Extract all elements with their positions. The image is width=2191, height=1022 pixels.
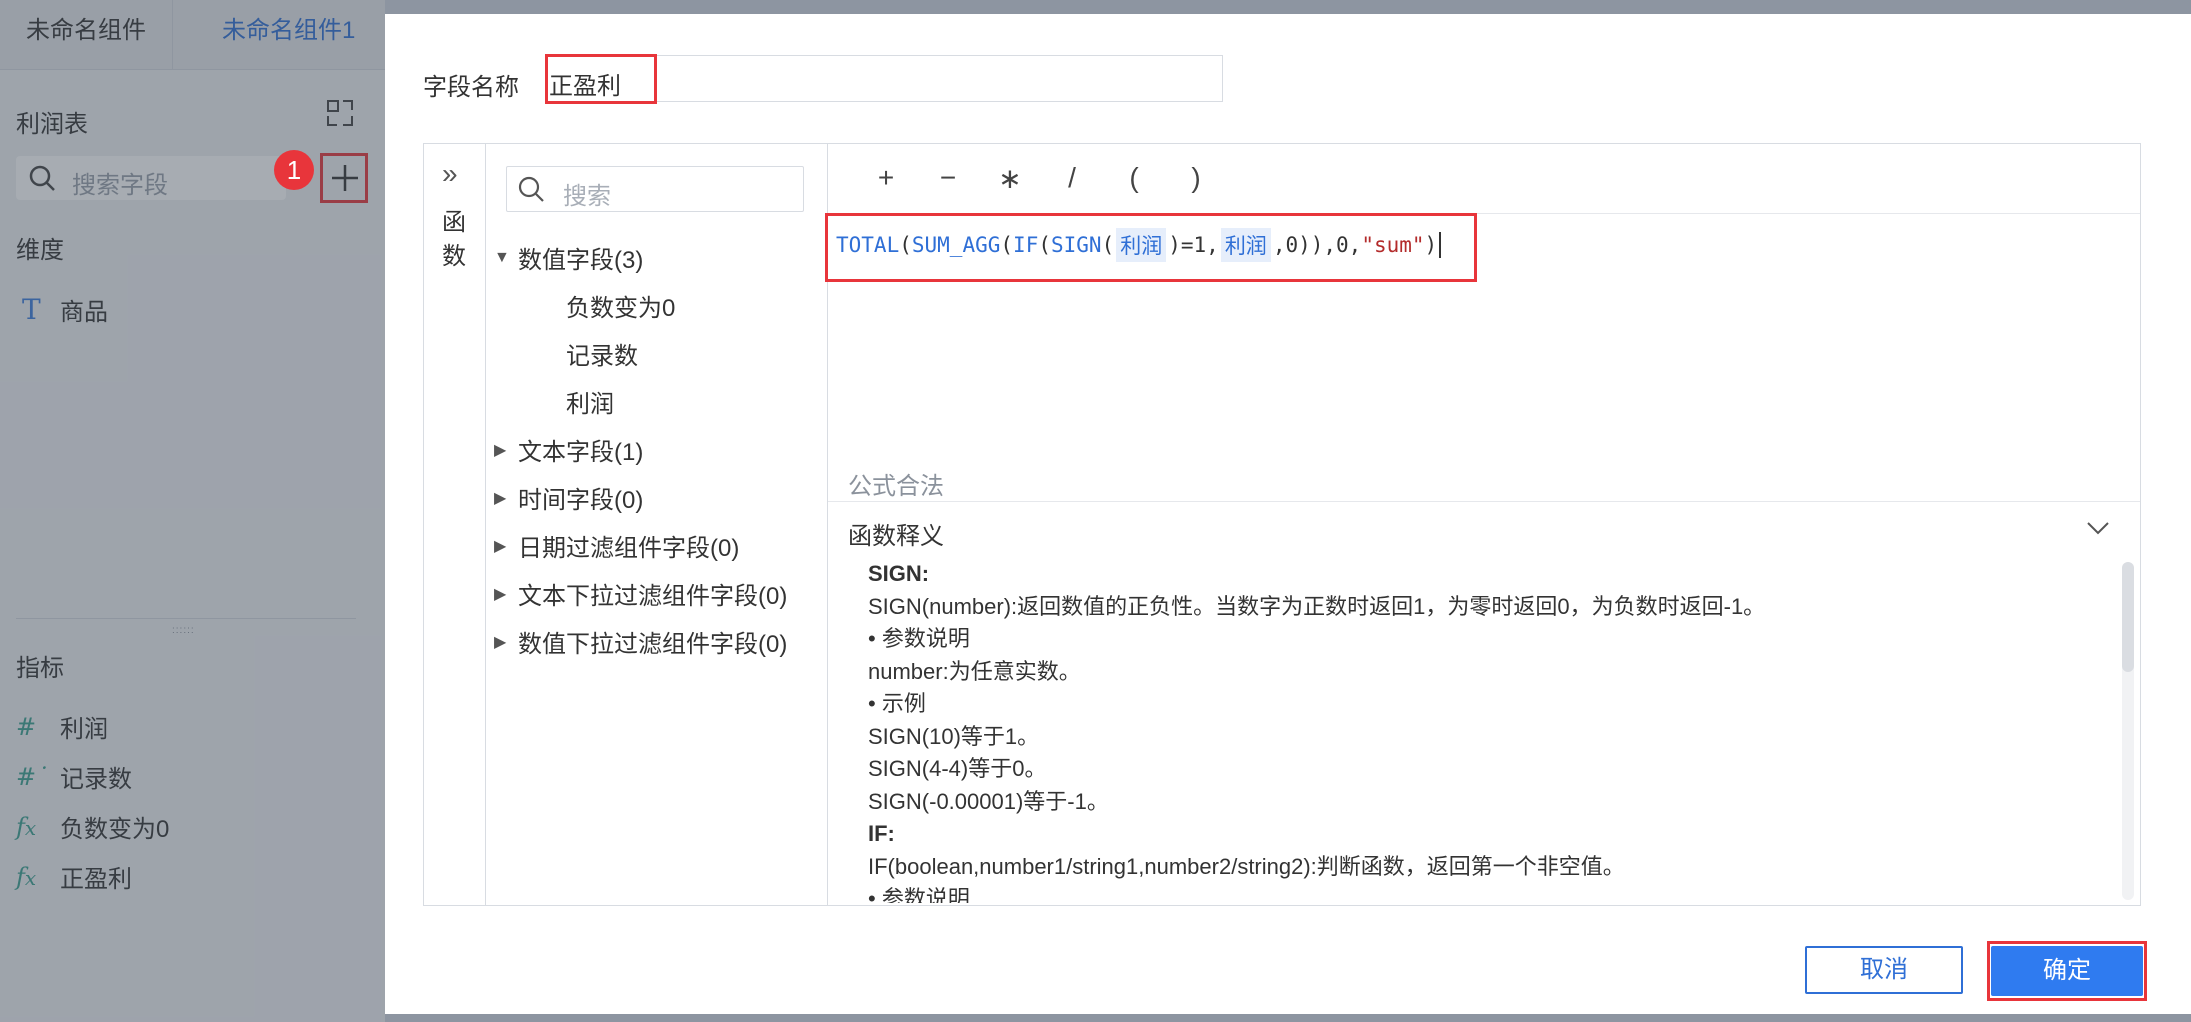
- double-chevron-right-icon[interactable]: »: [442, 158, 458, 190]
- function-help-body: SIGN: SIGN(number):返回数值的正负性。当数字为正数时返回1，为…: [868, 558, 2098, 903]
- tree-search-input[interactable]: 搜索: [506, 166, 804, 212]
- help-line: SIGN(-0.00001)等于-1。: [868, 788, 1109, 814]
- formula-token: ,0)),0,: [1272, 233, 1362, 257]
- formula-token: (: [1101, 233, 1115, 257]
- help-line: SIGN(4-4)等于0。: [868, 756, 1047, 781]
- formula-field-chip[interactable]: 利润: [1116, 228, 1167, 262]
- search-icon: [518, 176, 544, 202]
- tree-group-date-filter[interactable]: ▶ 日期过滤组件字段(0): [494, 528, 739, 563]
- formula-field-chip[interactable]: 利润: [1220, 228, 1271, 262]
- caret-right-icon: ▶: [494, 633, 507, 651]
- formula-function: SUM_AGG: [911, 233, 1001, 257]
- formula-function: SIGN: [1051, 233, 1102, 257]
- tree-field-item[interactable]: 利润: [566, 384, 614, 419]
- formula-function: TOTAL: [836, 233, 900, 257]
- help-scrollbar[interactable]: [2122, 562, 2134, 900]
- formula-string: "sum": [1361, 233, 1425, 257]
- operator-toolbar: + − ∗ / ( ): [828, 144, 2140, 214]
- help-line: number:为任意实数。: [868, 658, 1081, 684]
- step-badge-1: 1: [274, 150, 314, 190]
- field-tree: 搜索 ▼ 数值字段(3) 负数变为0 记录数 利润 ▶ 文本字段(1) ▶ 时间…: [486, 144, 828, 905]
- formula-token: (: [1038, 233, 1051, 257]
- field-name-label: 字段名称: [423, 74, 519, 101]
- tree-group-numeric[interactable]: ▼ 数值字段(3): [494, 240, 643, 275]
- help-line: IF(boolean,number1/string1,number2/strin…: [868, 853, 1625, 879]
- tree-group-label: 数值字段(3): [518, 247, 644, 274]
- text-caret: [1439, 232, 1442, 258]
- tree-group-label: 文本字段(1): [518, 439, 644, 466]
- tree-field-item[interactable]: 记录数: [566, 336, 638, 371]
- functions-label: 函数: [442, 209, 466, 270]
- formula-token: ): [1424, 233, 1438, 257]
- formula-validity: 公式合法: [848, 473, 944, 500]
- operator-plus-button[interactable]: +: [866, 162, 906, 194]
- function-help-title: 函数释义: [848, 523, 944, 550]
- tree-group-time[interactable]: ▶ 时间字段(0): [494, 480, 643, 515]
- modal-overlay: [0, 0, 385, 1022]
- help-line: SIGN(number):返回数值的正负性。当数字为正数时返回1，为零时返回0，…: [868, 593, 1766, 619]
- caret-down-icon: ▼: [494, 248, 510, 266]
- operator-multiply-button[interactable]: ∗: [990, 162, 1030, 195]
- help-line: • 参数说明: [868, 886, 970, 903]
- formula-main: + − ∗ / ( ) TOTAL ( SUM_AGG ( IF ( SIGN …: [825, 144, 2140, 905]
- caret-right-icon: ▶: [494, 489, 507, 507]
- field-name-value[interactable]: 正盈利: [549, 66, 621, 101]
- help-line: IF:: [868, 821, 895, 846]
- tree-group-label: 日期过滤组件字段(0): [518, 535, 740, 562]
- tree-group-numeric-dropdown-filter[interactable]: ▶ 数值下拉过滤组件字段(0): [494, 624, 787, 659]
- operator-minus-button[interactable]: −: [928, 162, 968, 194]
- formula-editor: » 函数 搜索 ▼ 数值字段(3) 负数变为0 记录数 利润 ▶ 文本字段(1): [423, 143, 2141, 906]
- operator-open-paren-button[interactable]: (: [1114, 162, 1154, 194]
- formula-token: (: [899, 233, 912, 257]
- ok-button[interactable]: 确定: [1991, 946, 2143, 996]
- help-line: • 示例: [868, 691, 926, 716]
- formula-token: (: [1000, 233, 1014, 257]
- tree-group-text-dropdown-filter[interactable]: ▶ 文本下拉过滤组件字段(0): [494, 576, 787, 611]
- tree-search-placeholder: 搜索: [563, 183, 611, 210]
- tree-group-label: 文本下拉过滤组件字段(0): [518, 583, 788, 610]
- help-line: • 参数说明: [868, 626, 970, 651]
- formula-text[interactable]: TOTAL ( SUM_AGG ( IF ( SIGN ( 利润 )=1, 利润…: [836, 228, 1442, 262]
- caret-right-icon: ▶: [494, 537, 507, 555]
- operator-divide-button[interactable]: /: [1052, 162, 1092, 194]
- formula-dialog: 字段名称 正盈利 » 函数 搜索 ▼ 数值字段(3) 负数变为0 记录数 利润: [385, 14, 2191, 1014]
- cancel-button[interactable]: 取消: [1805, 946, 1963, 994]
- help-line: SIGN(10)等于1。: [868, 723, 1040, 749]
- formula-token: )=1,: [1168, 233, 1219, 257]
- tree-group-label: 时间字段(0): [518, 487, 644, 514]
- function-help-header[interactable]: 函数释义: [828, 501, 2140, 556]
- tree-field-item[interactable]: 负数变为0: [566, 288, 675, 323]
- caret-right-icon: ▶: [494, 585, 507, 603]
- tree-group-text[interactable]: ▶ 文本字段(1): [494, 432, 643, 467]
- tree-group-label: 数值下拉过滤组件字段(0): [518, 631, 788, 658]
- help-line: SIGN:: [868, 561, 930, 586]
- scrollbar-thumb[interactable]: [2122, 562, 2134, 672]
- caret-right-icon: ▶: [494, 441, 507, 459]
- function-panel-toggle[interactable]: » 函数: [424, 144, 486, 905]
- formula-function: IF: [1013, 233, 1039, 257]
- operator-close-paren-button[interactable]: ): [1176, 162, 1216, 194]
- chevron-down-icon[interactable]: [2086, 516, 2110, 540]
